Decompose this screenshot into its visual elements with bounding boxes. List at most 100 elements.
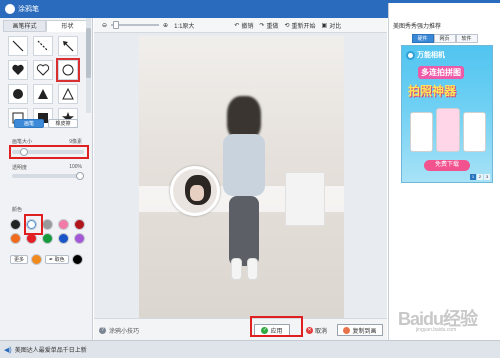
watermark-text: Baidu经验 [398, 309, 478, 329]
photo-subject-shoe [247, 258, 258, 280]
baidu-watermark: Baidu经验 jingyan.baidu.com [398, 305, 493, 335]
phone-image [462, 112, 486, 152]
circle-focus-preview[interactable] [170, 166, 220, 216]
tab-brush-style[interactable]: 画笔样式 [3, 20, 46, 32]
ad-phone-images [410, 108, 486, 152]
cancel-label: 取消 [315, 328, 328, 335]
watermark-url: jingyan.baidu.com [416, 327, 457, 333]
question-icon: ? [99, 327, 106, 334]
phone-image [436, 108, 460, 152]
reset-label: 重新开始 [291, 23, 316, 30]
color-swatch[interactable] [10, 233, 21, 244]
right-panel: 美图秀秀强力推荐 硬件 网页 软件 万能相机 多连拍拼图 拍照神器 免费下载 1… [388, 18, 500, 340]
status-text[interactable]: 美图达人最爱单品千日上新 [15, 345, 87, 354]
original-size-button[interactable]: 1:1原大 [174, 21, 194, 30]
undo-icon: ↶ [234, 22, 240, 29]
color-swatch[interactable] [42, 219, 53, 230]
color-swatches [10, 219, 86, 244]
canvas-toolbar: ⊖ ⊕ 1:1原大 ↶ 撤销 ↷ 重做 ⟲ 重新开始 ▣ 对比 [94, 18, 387, 33]
filled-circle-shape-icon[interactable] [8, 84, 28, 104]
original-size-label: 1:1原大 [174, 23, 195, 30]
recommend-title: 美图秀秀强力推荐 [393, 24, 442, 30]
color-swatch[interactable] [42, 233, 53, 244]
compare-label: 对比 [329, 23, 342, 30]
eyedropper-label: 取色 [54, 257, 65, 263]
orange-icon[interactable] [31, 254, 43, 265]
tab-hardware[interactable]: 硬件 [411, 34, 434, 43]
photo-subject-shoe [231, 258, 242, 280]
photo-subject-body [223, 134, 265, 196]
copy-to-canvas-label: 复制到画 [352, 328, 377, 335]
compare-button[interactable]: ▣ 对比 [322, 21, 342, 30]
cancel-icon: ✕ [306, 326, 313, 334]
tips-label: 涂鸦小技巧 [109, 329, 140, 335]
highlight-box [24, 214, 43, 235]
opacity-value: 100% [69, 164, 82, 170]
redo-label: 重做 [266, 23, 279, 30]
eyedropper-button[interactable]: ✒ 取色 [45, 255, 69, 264]
recommend-tabs: 硬件 网页 软件 [389, 34, 500, 43]
zoom-slider-knob[interactable] [113, 21, 120, 29]
ad-banner[interactable]: 万能相机 多连拍拼图 拍照神器 免费下载 1 2 3 [401, 45, 493, 183]
copy-to-canvas-button[interactable]: 复制到画 [337, 324, 383, 336]
line-shape-icon[interactable] [8, 36, 28, 56]
undo-button[interactable]: ↶ 撤销 [234, 21, 253, 30]
dashed-line-shape-icon[interactable] [33, 36, 53, 56]
redo-button[interactable]: ↷ 重做 [259, 21, 278, 30]
window-title: 涂鸦笔 [18, 6, 39, 13]
more-colors-row: 更多 ✒ 取色 [10, 254, 83, 265]
opacity-slider-knob[interactable] [76, 172, 84, 180]
ad-page-3[interactable]: 3 [484, 174, 490, 180]
ad-brand: 万能相机 [406, 50, 445, 60]
picked-color-swatch [71, 254, 83, 265]
color-swatch[interactable] [74, 219, 85, 230]
heart-outline-shape-icon[interactable] [33, 60, 53, 80]
color-swatch[interactable] [74, 233, 85, 244]
photo-canvas[interactable] [139, 36, 344, 318]
filled-heart-shape-icon[interactable] [8, 60, 28, 80]
filled-triangle-shape-icon[interactable] [33, 84, 53, 104]
status-bar: ◀) 美图达人最爱单品千日上新 [0, 340, 500, 358]
triangle-outline-shape-icon[interactable] [58, 84, 78, 104]
brush-size-value: 9像素 [69, 139, 82, 145]
ad-pager: 1 2 3 [470, 174, 490, 180]
redo-icon: ↷ [259, 22, 265, 29]
copy-icon [343, 326, 351, 334]
circle-outline-shape-icon[interactable] [56, 58, 80, 82]
tips-link[interactable]: ? 涂鸦小技巧 [99, 326, 139, 335]
ad-download-button[interactable]: 免费下载 [424, 160, 470, 171]
more-colors-button[interactable]: 更多 [10, 255, 29, 264]
tab-shape[interactable]: 形状 [46, 20, 89, 32]
opacity-row: 透明度 100% [12, 164, 82, 171]
color-swatch[interactable] [58, 233, 69, 244]
zoom-slider[interactable] [111, 21, 160, 29]
bottom-action-bar: ? 涂鸦小技巧 ✓ 应用 ✕ 取消 复制到画 [94, 318, 387, 340]
tab-software[interactable]: 软件 [455, 34, 478, 43]
tab-web[interactable]: 网页 [433, 34, 456, 43]
brush-size-label: 画笔大小 [12, 139, 33, 145]
brush-mode-button[interactable]: 画笔 [14, 119, 44, 128]
circle-preview-face [190, 185, 204, 201]
color-label: 颜色 [12, 207, 23, 213]
color-swatch[interactable] [58, 219, 69, 230]
scrollbar-thumb[interactable] [86, 28, 91, 78]
zoom-out-icon[interactable]: ⊖ [102, 22, 107, 29]
title-bar: 涂鸦笔 登录 – ✕ [0, 0, 500, 325]
zoom-in-icon[interactable]: ⊕ [163, 22, 168, 29]
shape-scrollbar[interactable] [86, 18, 91, 113]
ad-page-2[interactable]: 2 [477, 174, 483, 180]
reset-icon: ⟲ [284, 22, 290, 29]
opacity-slider[interactable] [12, 172, 84, 180]
color-swatch[interactable] [10, 219, 21, 230]
mode-toggle: 画笔 橡皮擦 [14, 119, 78, 128]
brush-size-row: 画笔大小 9像素 [12, 138, 82, 145]
phone-image [410, 112, 434, 152]
eraser-mode-button[interactable]: 橡皮擦 [48, 119, 78, 128]
reset-button[interactable]: ⟲ 重新开始 [285, 21, 316, 30]
cancel-button[interactable]: ✕ 取消 [306, 324, 332, 336]
shape-grid [8, 36, 89, 128]
ad-page-1[interactable]: 1 [470, 174, 476, 180]
photo-bag [285, 172, 325, 226]
ad-headline-2: 拍照神器 [408, 84, 457, 98]
arrow-shape-icon[interactable] [58, 36, 78, 56]
